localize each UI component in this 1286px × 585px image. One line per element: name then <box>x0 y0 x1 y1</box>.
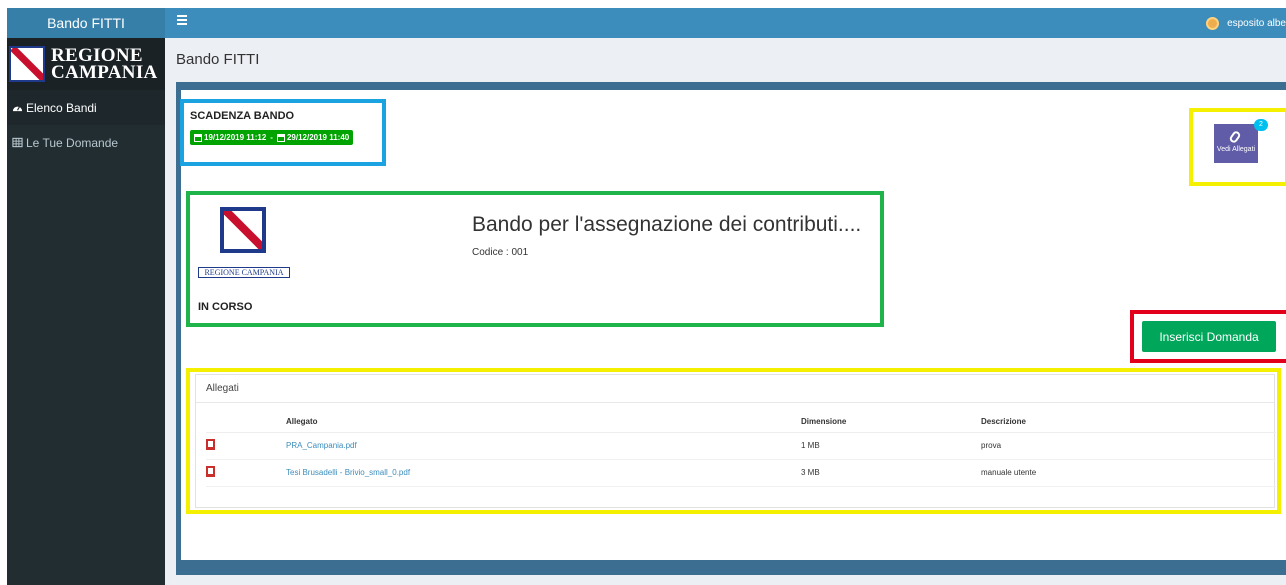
allegati-panel-title: Allegati <box>196 375 1274 403</box>
user-menu[interactable]: esposito albe <box>1206 8 1286 38</box>
start-date: 19/12/2019 11:12 <box>204 133 267 142</box>
bando-logo-text: REGIONE CAMPANIA <box>198 267 290 278</box>
allegati-table: Allegato Dimensione Descrizione PRA_Camp… <box>206 412 1276 487</box>
attachment-description: manuale utente <box>981 459 1276 487</box>
icon-column-header <box>206 412 286 433</box>
app-page: Bando FITTI REGIONE CAMPANIA Elenco Band… <box>0 0 1286 585</box>
vedi-allegati-label: Vedi Allegati <box>1216 146 1256 153</box>
regione-logo: REGIONE CAMPANIA <box>7 38 165 90</box>
sidebar-item-label: Elenco Bandi <box>26 100 97 115</box>
sidebar: Bando FITTI REGIONE CAMPANIA Elenco Band… <box>7 8 165 585</box>
pdf-file-icon[interactable] <box>206 439 215 450</box>
paperclip-icon <box>1228 129 1242 145</box>
vedi-allegati-highlight: Vedi Allegati 2 <box>1189 108 1286 186</box>
attachment-link[interactable]: Tesi Brusadelli - Brivio_small_0.pdf <box>286 459 801 487</box>
bando-info-card: REGIONE CAMPANIA IN CORSO Bando per l'as… <box>186 191 884 327</box>
bando-logo: REGIONE CAMPANIA <box>198 207 290 281</box>
sidebar-item-elenco-bandi[interactable]: Elenco Bandi <box>7 90 165 125</box>
attachment-size: 1 MB <box>801 432 981 460</box>
top-navbar: esposito albe <box>165 8 1286 38</box>
column-header-descrizione: Descrizione <box>981 412 1276 433</box>
scadenza-section: SCADENZA BANDO 19/12/2019 11:12 - 29/12/… <box>180 99 386 166</box>
bando-title: Bando per l'assegnazione dei contributi.… <box>472 213 862 236</box>
date-range-badge: 19/12/2019 11:12 - 29/12/2019 11:40 <box>190 130 354 145</box>
regione-flag-icon <box>9 46 45 82</box>
user-avatar-icon <box>1206 16 1220 30</box>
sidebar-item-label: Le Tue Domande <box>26 135 119 150</box>
inserisci-highlight: Inserisci Domanda <box>1130 310 1286 363</box>
table-icon <box>12 137 23 148</box>
scadenza-title: SCADENZA BANDO <box>190 110 295 122</box>
row-icon-cell <box>206 432 286 460</box>
attachment-description: prova <box>981 432 1276 460</box>
calendar-icon <box>194 133 202 142</box>
app-brand[interactable]: Bando FITTI <box>7 8 165 38</box>
vedi-allegati-button[interactable]: Vedi Allegati <box>1214 124 1258 163</box>
column-header-dimensione: Dimensione <box>801 412 981 433</box>
regione-flag-icon <box>220 207 266 253</box>
end-date: 29/12/2019 11:40 <box>286 133 350 142</box>
main-content: Bando FITTI SCADENZA BANDO 19/12/2019 11… <box>165 38 1286 585</box>
allegati-section: Allegati Allegato Dimensione Descrizione <box>186 368 1281 514</box>
table-row: PRA_Campania.pdf 1 MB prova <box>206 432 1276 460</box>
table-row: Tesi Brusadelli - Brivio_small_0.pdf 3 M… <box>206 459 1276 487</box>
logo-text-line-2: CAMPANIA <box>51 62 158 83</box>
allegati-panel: Allegati Allegato Dimensione Descrizione <box>195 374 1276 508</box>
regione-logo-text: REGIONE CAMPANIA <box>51 46 158 83</box>
attachment-link[interactable]: PRA_Campania.pdf <box>286 432 801 460</box>
inserisci-domanda-button[interactable]: Inserisci Domanda <box>1142 321 1276 352</box>
page-title: Bando FITTI <box>176 51 260 68</box>
dashboard-icon <box>12 105 23 112</box>
hamburger-menu-icon[interactable] <box>177 15 187 25</box>
user-name: esposito albe <box>1227 17 1286 29</box>
sidebar-item-le-tue-domande[interactable]: Le Tue Domande <box>7 125 165 160</box>
attachment-count-badge: 2 <box>1254 119 1268 131</box>
date-separator: - <box>270 133 273 142</box>
column-header-allegato: Allegato <box>286 412 801 433</box>
calendar-icon <box>276 133 285 142</box>
row-icon-cell <box>206 459 286 487</box>
bando-code: Codice : 001 <box>472 247 529 258</box>
pdf-file-icon[interactable] <box>206 466 215 477</box>
attachment-size: 3 MB <box>801 459 981 487</box>
status-label: IN CORSO <box>198 301 253 313</box>
table-header-row: Allegato Dimensione Descrizione <box>206 412 1276 433</box>
